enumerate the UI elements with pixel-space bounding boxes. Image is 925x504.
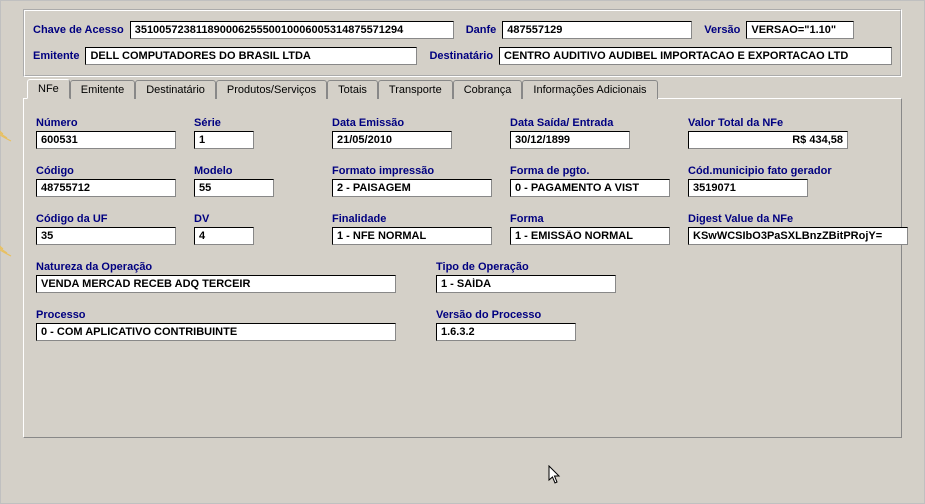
app-window: Chave de Acesso Danfe Versão Emitente De…	[0, 0, 925, 504]
codigo-input[interactable]	[36, 179, 176, 197]
tab-emitente[interactable]: Emitente	[70, 80, 135, 99]
pgto-label: Forma de pgto.	[510, 165, 670, 177]
codigo-label: Código	[36, 165, 176, 177]
versao-proc-input[interactable]	[436, 323, 576, 341]
natureza-label: Natureza da Operação	[36, 261, 396, 273]
data-emissao-label: Data Emissão	[332, 117, 492, 129]
natureza-input[interactable]	[36, 275, 396, 293]
tab-cobranca[interactable]: Cobrança	[453, 80, 523, 99]
cursor-icon	[548, 465, 562, 488]
cod-uf-label: Código da UF	[36, 213, 176, 225]
decorative-swirl	[0, 141, 21, 261]
destinatario-input[interactable]	[499, 47, 892, 65]
formato-label: Formato impressão	[332, 165, 492, 177]
modelo-label: Modelo	[194, 165, 314, 177]
data-emissao-input[interactable]	[332, 131, 452, 149]
tab-body-nfe: Número Série Data Emissão Data Saída/ En…	[23, 98, 902, 438]
pgto-input[interactable]	[510, 179, 670, 197]
tab-info[interactable]: Informações Adicionais	[522, 80, 657, 99]
cod-mun-input[interactable]	[688, 179, 808, 197]
dv-input[interactable]	[194, 227, 254, 245]
header-panel: Chave de Acesso Danfe Versão Emitente De…	[23, 9, 902, 77]
numero-input[interactable]	[36, 131, 176, 149]
finalidade-label: Finalidade	[332, 213, 492, 225]
formato-input[interactable]	[332, 179, 492, 197]
tabstrip: NFe Emitente Destinatário Produtos/Servi…	[23, 79, 902, 98]
serie-input[interactable]	[194, 131, 254, 149]
serie-label: Série	[194, 117, 314, 129]
danfe-input[interactable]	[502, 21, 692, 39]
destinatario-label: Destinatário	[429, 50, 493, 62]
digest-input[interactable]	[688, 227, 908, 245]
processo-label: Processo	[36, 309, 396, 321]
processo-input[interactable]	[36, 323, 396, 341]
danfe-label: Danfe	[466, 24, 497, 36]
chave-input[interactable]	[130, 21, 454, 39]
data-saida-input[interactable]	[510, 131, 630, 149]
numero-label: Número	[36, 117, 176, 129]
forma-label: Forma	[510, 213, 670, 225]
valor-total-label: Valor Total da NFe	[688, 117, 925, 129]
tipo-op-input[interactable]	[436, 275, 616, 293]
tab-destinatario[interactable]: Destinatário	[135, 80, 216, 99]
forma-input[interactable]	[510, 227, 670, 245]
tab-totais[interactable]: Totais	[327, 80, 378, 99]
emitente-input[interactable]	[85, 47, 417, 65]
versao-input[interactable]	[746, 21, 854, 39]
cod-uf-input[interactable]	[36, 227, 176, 245]
tab-produtos[interactable]: Produtos/Serviços	[216, 80, 327, 99]
decorative-swirl	[0, 26, 21, 146]
chave-label: Chave de Acesso	[33, 24, 124, 36]
dv-label: DV	[194, 213, 314, 225]
valor-total-input[interactable]	[688, 131, 848, 149]
versao-label: Versão	[704, 24, 740, 36]
modelo-input[interactable]	[194, 179, 274, 197]
tab-transporte[interactable]: Transporte	[378, 80, 453, 99]
tab-nfe[interactable]: NFe	[27, 79, 70, 99]
tipo-op-label: Tipo de Operação	[436, 261, 636, 273]
cod-mun-label: Cód.municipio fato gerador	[688, 165, 925, 177]
digest-label: Digest Value da NFe	[688, 213, 925, 225]
emitente-label: Emitente	[33, 50, 79, 62]
data-saida-label: Data Saída/ Entrada	[510, 117, 670, 129]
finalidade-input[interactable]	[332, 227, 492, 245]
versao-proc-label: Versão do Processo	[436, 309, 576, 321]
